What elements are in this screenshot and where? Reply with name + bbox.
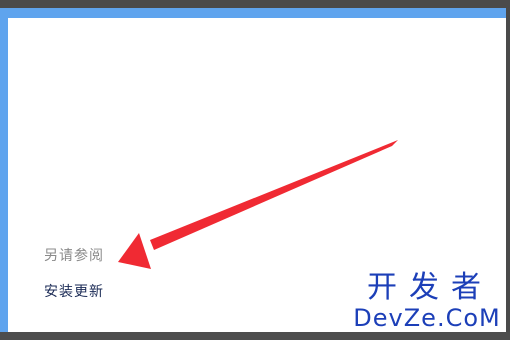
watermark: 开发者 DevZe.CoM xyxy=(352,270,502,333)
watermark-english: DevZe.CoM xyxy=(353,304,501,332)
watermark-chinese: 开发者 xyxy=(367,270,493,305)
see-also-heading: 另请参阅 xyxy=(44,248,104,264)
install-updates-link[interactable]: 安装更新 xyxy=(44,281,104,301)
bottom-dark-bar xyxy=(0,332,510,340)
